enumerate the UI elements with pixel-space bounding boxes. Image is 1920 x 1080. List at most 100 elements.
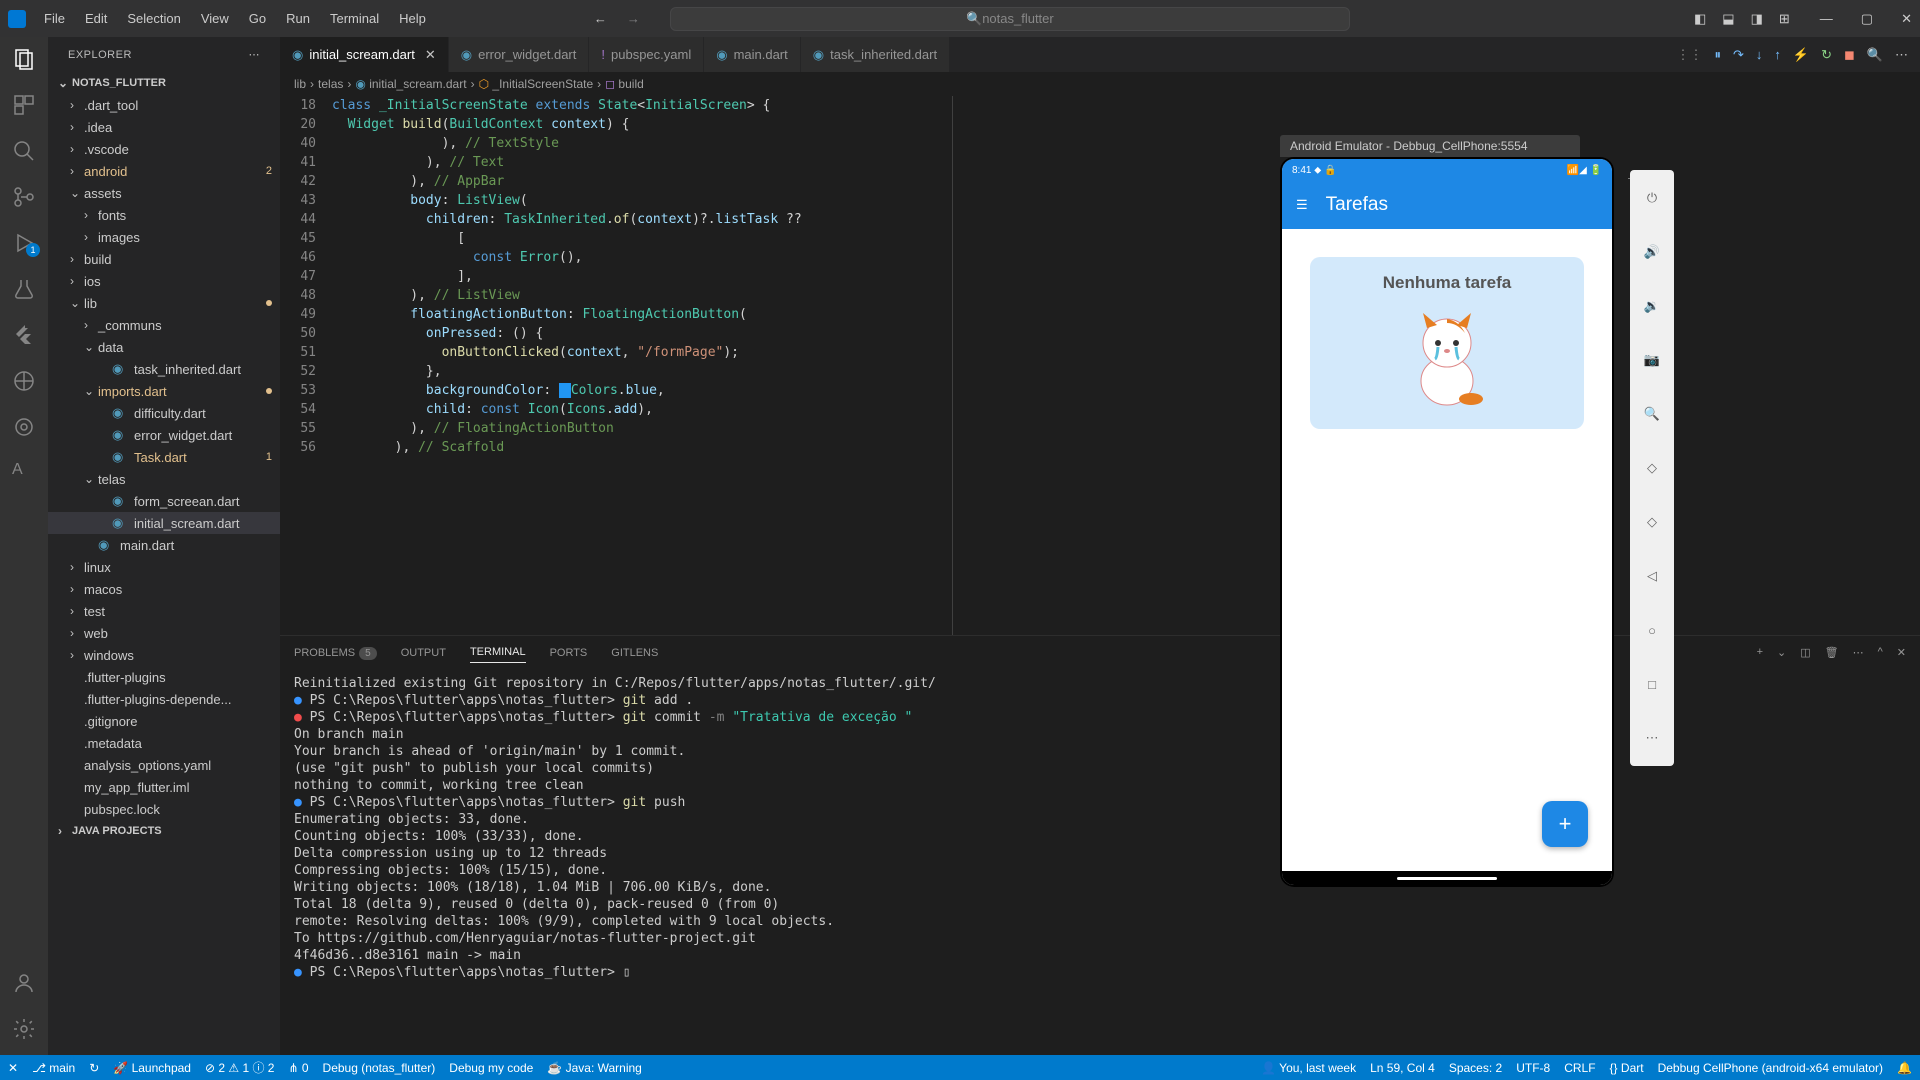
zoom-icon[interactable]: 🔍 — [1640, 402, 1664, 426]
emulator-title[interactable]: Android Emulator - Debbug_CellPhone:5554 — [1280, 135, 1580, 157]
tab-task_inherited.dart[interactable]: ◉task_inherited.dart — [801, 37, 950, 72]
source-control-icon[interactable] — [12, 185, 36, 209]
file-android[interactable]: ›android2 — [48, 160, 280, 182]
file-_communs[interactable]: ›_communs — [48, 314, 280, 336]
file-assets[interactable]: ⌄assets — [48, 182, 280, 204]
file-main.dart[interactable]: ◉main.dart — [48, 534, 280, 556]
file-lib[interactable]: ⌄lib — [48, 292, 280, 314]
camera-icon[interactable]: 📷 — [1640, 348, 1664, 372]
menu-view[interactable]: View — [193, 7, 237, 30]
more-panel-icon[interactable]: ⋯ — [1853, 646, 1864, 659]
file-.dart_tool[interactable]: ›.dart_tool — [48, 94, 280, 116]
dropdown-icon[interactable]: ⌄ — [1777, 646, 1786, 659]
workspace-root[interactable]: ⌄NOTAS_FLUTTER — [48, 72, 280, 94]
status-item[interactable]: Debug my code — [449, 1061, 533, 1075]
devtools-icon[interactable]: 🔍 — [1867, 47, 1883, 63]
status-item[interactable]: 👤 You, last week — [1261, 1061, 1356, 1075]
terminal-output[interactable]: Reinitialized existing Git repository in… — [280, 669, 1920, 1055]
file-macos[interactable]: ›macos — [48, 578, 280, 600]
status-item[interactable]: 🔔 — [1897, 1061, 1912, 1075]
back-nav-icon[interactable]: ◁ — [1640, 564, 1664, 588]
file-data[interactable]: ⌄data — [48, 336, 280, 358]
restart-icon[interactable]: ↻ — [1821, 47, 1832, 63]
file-.gitignore[interactable]: .gitignore — [48, 710, 280, 732]
close-panel-icon[interactable]: ✕ — [1897, 646, 1906, 659]
file-images[interactable]: ›images — [48, 226, 280, 248]
menu-help[interactable]: Help — [391, 7, 434, 30]
tab-main.dart[interactable]: ◉main.dart — [704, 37, 801, 72]
maximize-icon[interactable]: ▢ — [1861, 11, 1873, 27]
status-item[interactable]: ✕ — [8, 1061, 18, 1075]
more-icon[interactable]: ⋯ — [249, 48, 261, 61]
file-fonts[interactable]: ›fonts — [48, 204, 280, 226]
menu-file[interactable]: File — [36, 7, 73, 30]
status-item[interactable]: ⎇ main — [32, 1061, 75, 1075]
kill-terminal-icon[interactable]: 🗑 — [1825, 646, 1839, 659]
file-error_widget.dart[interactable]: ◉error_widget.dart — [48, 424, 280, 446]
settings-gear-icon[interactable] — [12, 1017, 36, 1041]
file-.vscode[interactable]: ›.vscode — [48, 138, 280, 160]
toggle-primary-sidebar-icon[interactable]: ◧ — [1694, 11, 1706, 27]
menu-go[interactable]: Go — [241, 7, 274, 30]
minimize-icon[interactable]: — — [1820, 11, 1833, 27]
panel-tab-gitlens[interactable]: GITLENS — [611, 643, 658, 663]
pause-icon[interactable]: ⏸ — [1715, 47, 1722, 63]
java-projects-section[interactable]: ›JAVA PROJECTS — [48, 820, 280, 842]
drag-handle-icon[interactable]: ⋮⋮ — [1677, 47, 1703, 63]
status-item[interactable]: CRLF — [1564, 1061, 1595, 1075]
app-body[interactable]: Nenhuma tarefa — [1282, 229, 1612, 871]
file-windows[interactable]: ›windows — [48, 644, 280, 666]
file-analysis_options.yaml[interactable]: analysis_options.yaml — [48, 754, 280, 776]
maximize-panel-icon[interactable]: ^ — [1878, 646, 1883, 659]
rotate-right-icon[interactable]: ◇ — [1640, 510, 1664, 534]
status-item[interactable]: Ln 59, Col 4 — [1370, 1061, 1435, 1075]
panel-tab-ports[interactable]: PORTS — [550, 643, 588, 663]
panel-tab-output[interactable]: OUTPUT — [401, 643, 446, 663]
remote-icon[interactable] — [12, 369, 36, 393]
status-item[interactable]: ⋔ 0 — [288, 1061, 308, 1075]
more-emu-icon[interactable]: ⋯ — [1640, 726, 1664, 750]
minimap[interactable] — [1810, 96, 1920, 635]
flutter-icon[interactable] — [12, 323, 36, 347]
file-form_screean.dart[interactable]: ◉form_screean.dart — [48, 490, 280, 512]
ai-icon[interactable]: A — [12, 461, 36, 485]
more-debug-icon[interactable]: ⋯ — [1895, 47, 1908, 63]
gitlens-icon[interactable] — [12, 415, 36, 439]
file-telas[interactable]: ⌄telas — [48, 468, 280, 490]
file-task_inherited.dart[interactable]: ◉task_inherited.dart — [48, 358, 280, 380]
file-Task.dart[interactable]: ◉Task.dart1 — [48, 446, 280, 468]
status-item[interactable]: Debbug CellPhone (android-x64 emulator) — [1658, 1061, 1883, 1075]
status-item[interactable]: UTF-8 — [1516, 1061, 1550, 1075]
account-icon[interactable] — [12, 971, 36, 995]
tab-error_widget.dart[interactable]: ◉error_widget.dart — [449, 37, 590, 72]
code-editor[interactable]: 18204041424344454647484950515253545556 c… — [280, 96, 1920, 635]
close-icon[interactable]: ✕ — [1901, 11, 1912, 27]
file-ios[interactable]: ›ios — [48, 270, 280, 292]
tab-pubspec.yaml[interactable]: !pubspec.yaml — [589, 37, 704, 72]
status-item[interactable]: Debug (notas_flutter) — [323, 1061, 436, 1075]
toggle-panel-icon[interactable]: ⬓ — [1722, 11, 1734, 27]
step-over-icon[interactable]: ↷ — [1733, 47, 1744, 63]
forward-icon[interactable]: → — [627, 11, 640, 26]
stop-icon[interactable]: ◼ — [1844, 47, 1855, 63]
menu-run[interactable]: Run — [278, 7, 318, 30]
status-item[interactable]: {} Dart — [1610, 1061, 1644, 1075]
overview-nav-icon[interactable]: □ — [1640, 672, 1664, 696]
status-item[interactable]: Spaces: 2 — [1449, 1061, 1502, 1075]
home-nav-icon[interactable]: ○ — [1640, 618, 1664, 642]
menu-selection[interactable]: Selection — [119, 7, 188, 30]
customize-layout-icon[interactable]: ⊞ — [1779, 11, 1790, 27]
tab-initial_scream.dart[interactable]: ◉initial_scream.dart✕ — [280, 37, 449, 72]
status-item[interactable]: ☕ Java: Warning — [547, 1061, 642, 1075]
search-icon[interactable] — [12, 139, 36, 163]
file-.flutter-plugins-depende...[interactable]: .flutter-plugins-depende... — [48, 688, 280, 710]
panel-tab-terminal[interactable]: TERMINAL — [470, 642, 526, 663]
volume-down-icon[interactable]: 🔉 — [1640, 294, 1664, 318]
split-terminal-icon[interactable]: ◫ — [1800, 646, 1810, 659]
command-center[interactable]: 🔍 notas_flutter — [670, 7, 1350, 31]
file-initial_scream.dart[interactable]: ◉initial_scream.dart — [48, 512, 280, 534]
file-web[interactable]: ›web — [48, 622, 280, 644]
step-into-icon[interactable]: ↓ — [1756, 47, 1763, 62]
fab-add-button[interactable]: + — [1542, 801, 1588, 847]
power-icon[interactable]: ⏻ — [1640, 186, 1664, 210]
